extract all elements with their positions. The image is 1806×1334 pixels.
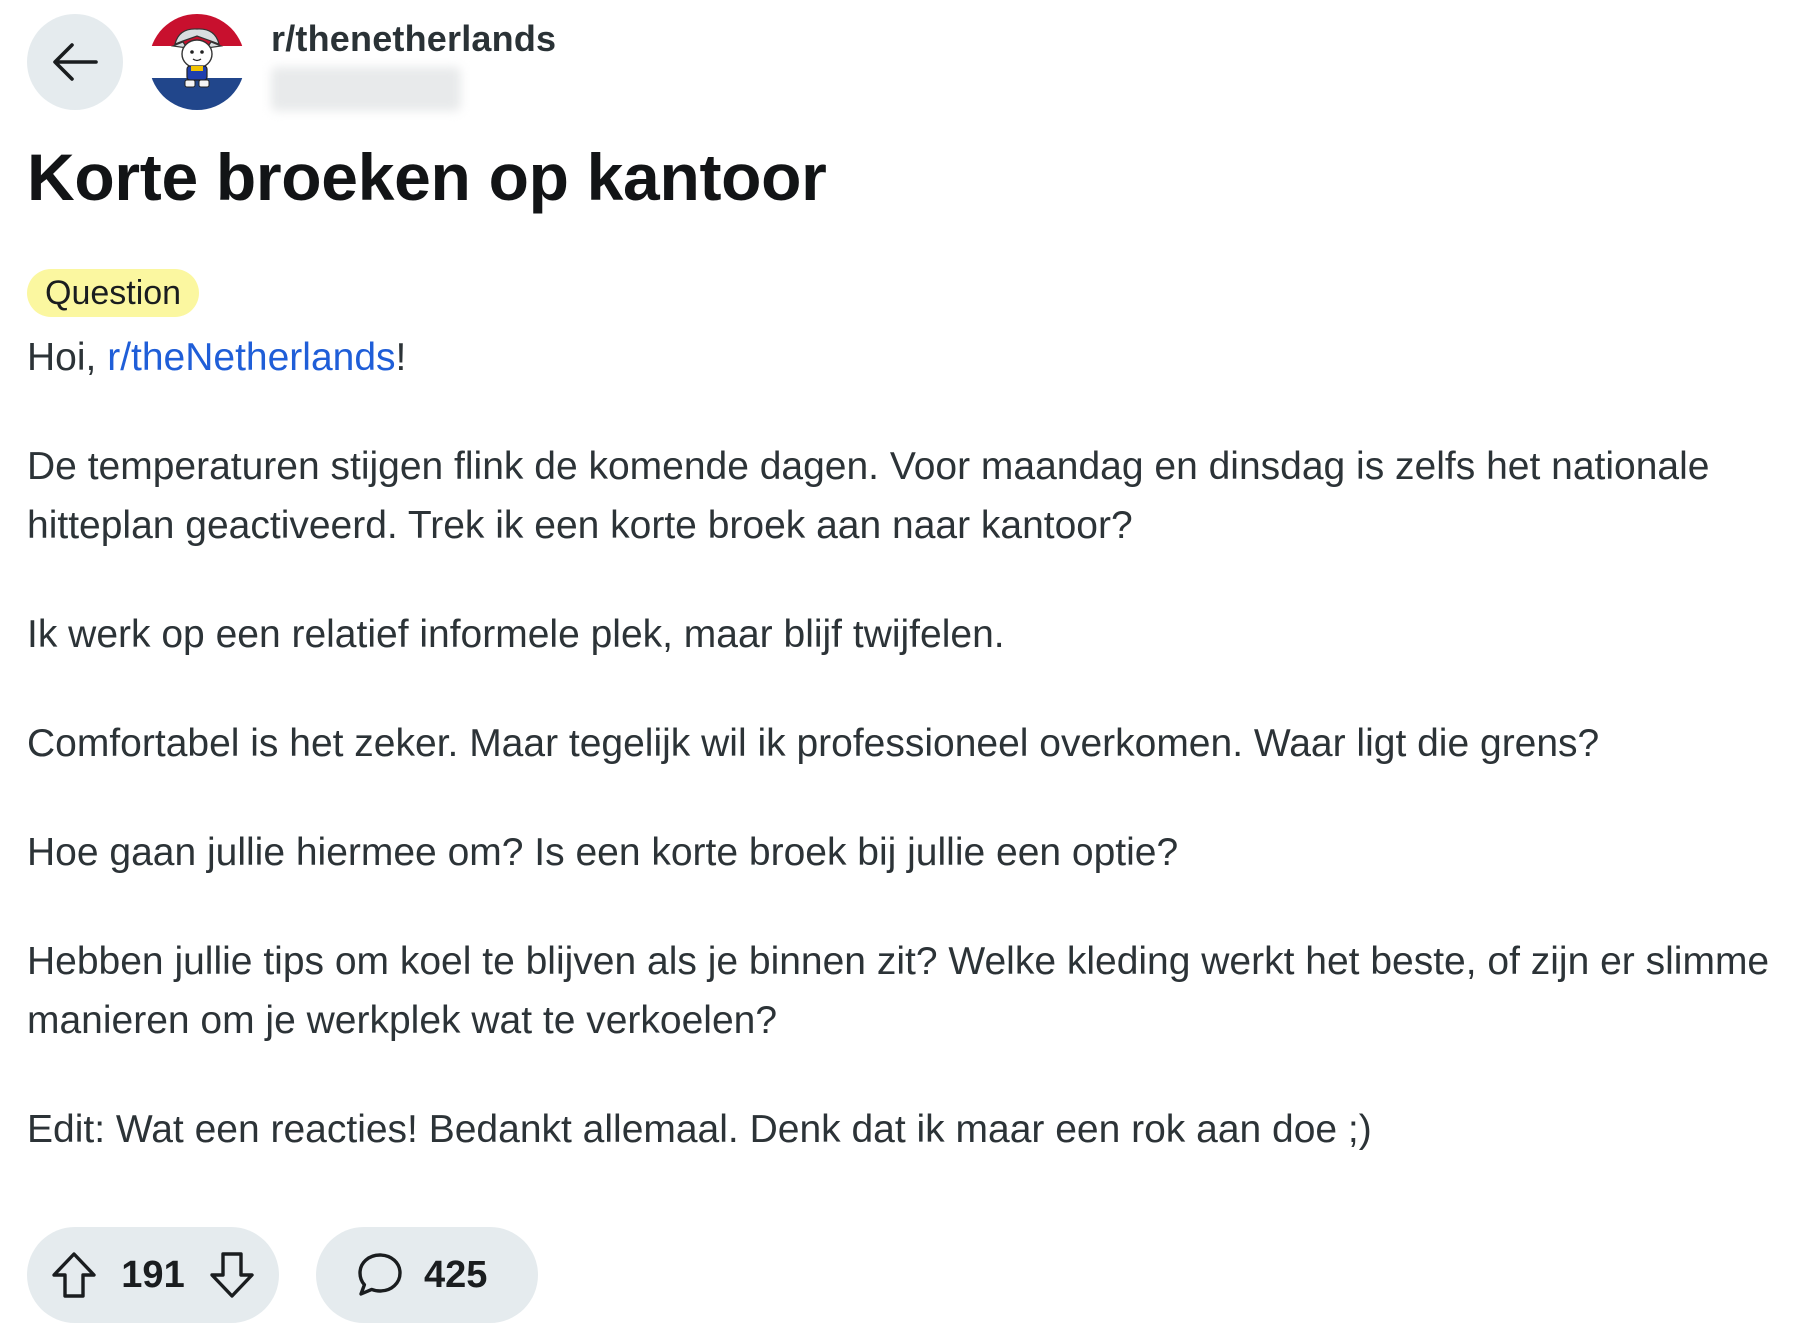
vote-score: 191 <box>121 1253 185 1296</box>
subreddit-name[interactable]: r/thenetherlands <box>271 21 556 57</box>
post-body: Hoi, r/theNetherlands! De temperaturen s… <box>27 328 1787 1159</box>
comments-button[interactable]: 425 <box>316 1227 538 1323</box>
upvote-arrow-icon <box>52 1252 96 1298</box>
vote-control: 191 <box>27 1227 279 1323</box>
body-paragraph: Comfortabel is het zeker. Maar tegelijk … <box>27 722 1600 765</box>
flair-badge[interactable]: Question <box>27 269 200 317</box>
greeting-suffix: ! <box>395 336 407 379</box>
dutch-flag-mascot-icon <box>149 14 245 110</box>
greeting-paragraph: Hoi, r/theNetherlands! <box>27 328 1787 387</box>
post-meta: r/thenetherlands <box>271 14 556 111</box>
post-page: r/thenetherlands Korte broeken op kantoo… <box>27 14 1787 1209</box>
blurred-username <box>271 67 461 111</box>
arrow-left-icon <box>52 42 98 82</box>
post-title: Korte broeken op kantoor <box>27 140 827 214</box>
body-paragraph: Hebben jullie tips om koel te blijven al… <box>27 940 1770 1042</box>
subreddit-avatar[interactable] <box>149 14 245 110</box>
post-action-bar: 191 425 <box>27 1227 538 1323</box>
downvote-button[interactable] <box>209 1251 255 1299</box>
back-button[interactable] <box>27 14 123 110</box>
body-paragraph: Ik werk op een relatief informele plek, … <box>27 613 1005 656</box>
upvote-button[interactable] <box>51 1251 97 1299</box>
greeting-prefix: Hoi, <box>27 336 108 379</box>
comment-count: 425 <box>424 1253 488 1296</box>
body-paragraph: Edit: Wat een reacties! Bedankt allemaal… <box>27 1108 1372 1151</box>
body-paragraph: Hoe gaan jullie hiermee om? Is een korte… <box>27 831 1179 874</box>
post-header: r/thenetherlands <box>27 14 1787 114</box>
body-paragraph: De temperaturen stijgen flink de komende… <box>27 445 1710 547</box>
comment-bubble-icon <box>356 1251 404 1299</box>
downvote-arrow-icon <box>210 1252 254 1298</box>
subreddit-link[interactable]: r/theNetherlands <box>107 336 395 379</box>
